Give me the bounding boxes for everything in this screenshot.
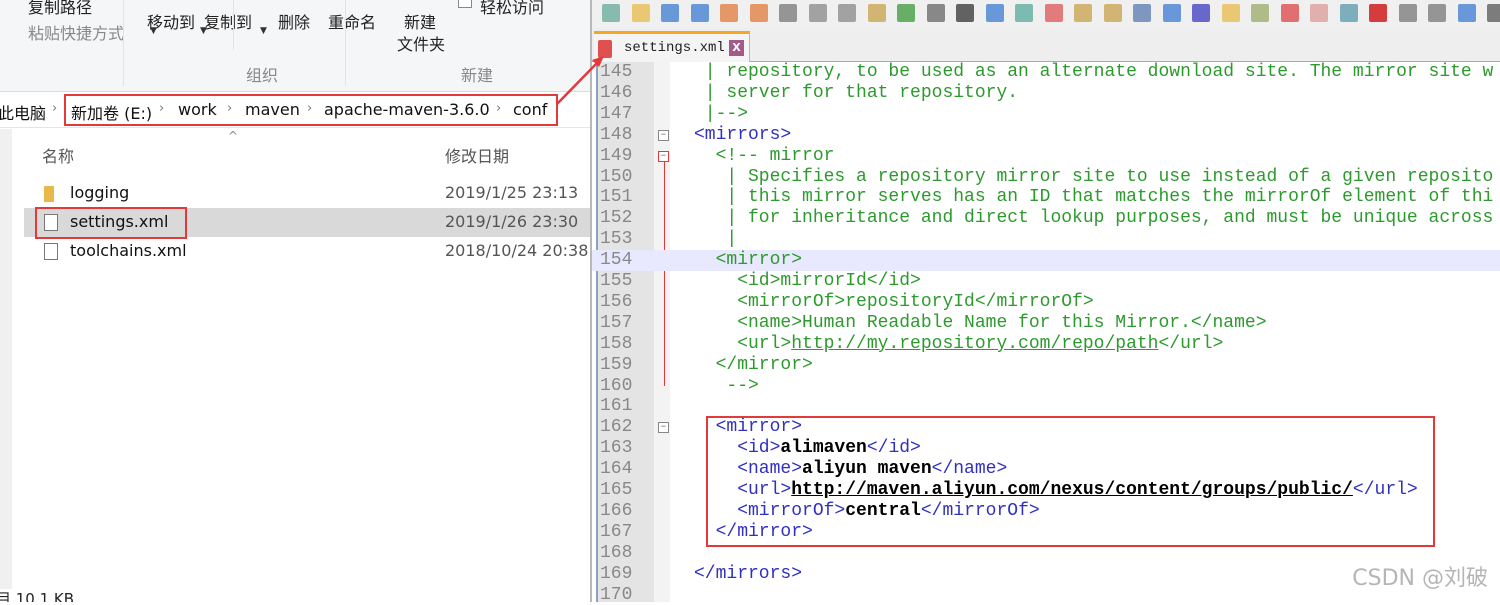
watermark: CSDN @刘破 [1352, 560, 1488, 592]
annotation-arrow [0, 0, 1500, 602]
